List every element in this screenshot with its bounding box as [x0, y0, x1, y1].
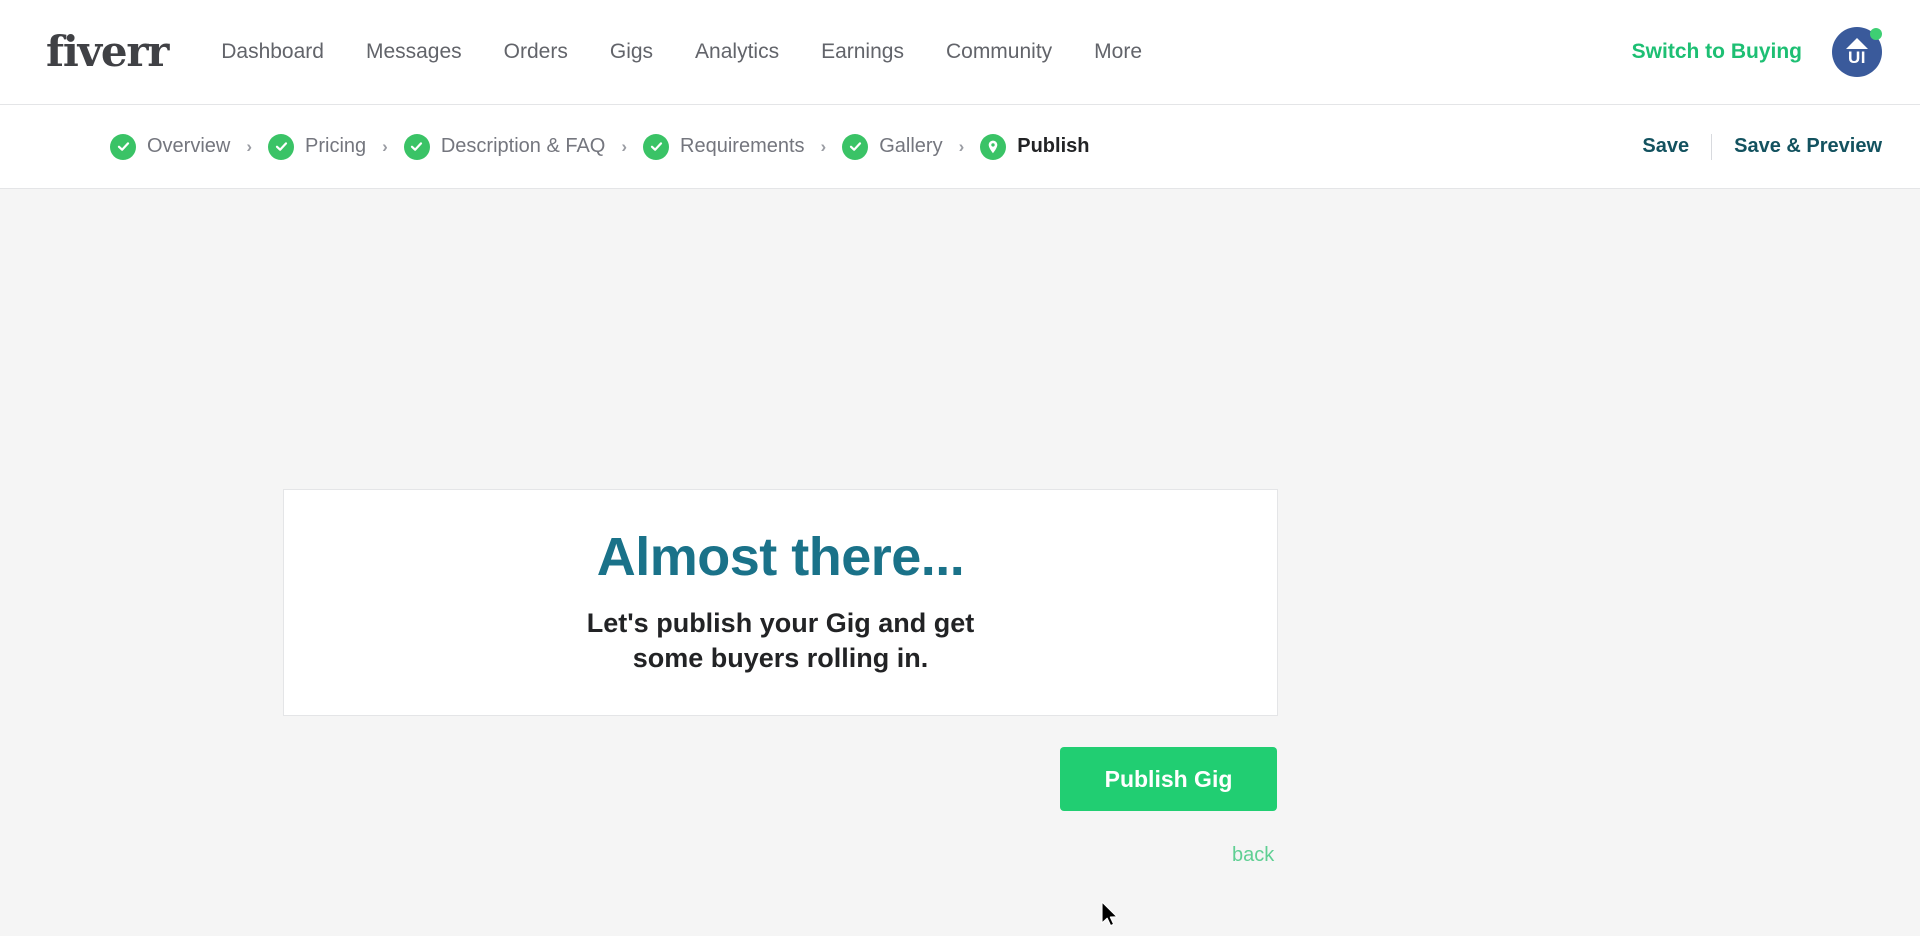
step-label-requirements: Requirements — [680, 135, 805, 157]
save-and-preview-button[interactable]: Save & Preview — [1734, 135, 1882, 158]
nav-item-more[interactable]: More — [1094, 40, 1142, 64]
publish-card: Almost there... Let's publish your Gig a… — [283, 489, 1278, 716]
breadcrumb: Overview › Pricing › Description & FAQ › — [110, 133, 1090, 160]
top-navigation-bar: fiverr Dashboard Messages Orders Gigs An… — [0, 0, 1920, 105]
step-label-pricing: Pricing — [305, 135, 367, 157]
publish-card-subtitle-line-1: Let's publish your Gig and get — [586, 608, 975, 639]
step-label-overview: Overview — [147, 135, 231, 157]
action-divider — [1711, 133, 1713, 160]
breadcrumb-separator: › — [382, 136, 388, 156]
nav-item-analytics[interactable]: Analytics — [695, 40, 779, 64]
step-pricing[interactable]: Pricing — [268, 133, 367, 160]
back-link[interactable]: back — [1232, 844, 1274, 867]
switch-to-buying-link[interactable]: Switch to Buying — [1632, 40, 1802, 64]
check-icon — [268, 133, 295, 160]
nav-item-community[interactable]: Community — [946, 40, 1052, 64]
avatar-initials: UI — [1848, 48, 1866, 67]
publish-gig-button[interactable]: Publish Gig — [1060, 747, 1277, 811]
online-status-dot — [1870, 28, 1882, 40]
nav-item-earnings[interactable]: Earnings — [821, 40, 904, 64]
save-button[interactable]: Save — [1642, 135, 1689, 158]
step-publish[interactable]: Publish — [980, 133, 1090, 160]
step-label-gallery: Gallery — [879, 135, 943, 157]
breadcrumb-separator: › — [246, 136, 253, 156]
gig-steps-bar: Overview › Pricing › Description & FAQ › — [0, 105, 1920, 189]
mouse-cursor — [1100, 901, 1122, 931]
avatar[interactable]: UI — [1832, 27, 1882, 77]
publish-card-subtitle-line-2: some buyers rolling in. — [632, 642, 929, 673]
publish-card-subtitle: Let's publish your Gig and get some buye… — [587, 606, 974, 675]
fiverr-logo[interactable]: fiverr — [46, 31, 169, 73]
step-description-faq[interactable]: Description & FAQ — [403, 133, 606, 160]
steps-bar-actions: Save Save & Preview — [1642, 133, 1882, 160]
step-label-description-faq: Description & FAQ — [440, 135, 606, 157]
nav-item-gigs[interactable]: Gigs — [610, 40, 653, 64]
check-icon — [110, 133, 136, 160]
step-overview[interactable]: Overview — [110, 133, 231, 160]
page-title: Almost there... — [596, 527, 965, 587]
step-gallery[interactable]: Gallery — [842, 133, 943, 160]
check-icon — [842, 133, 869, 160]
main-content: Almost there... Let's publish your Gig a… — [0, 189, 1920, 930]
location-pin-icon — [980, 133, 1007, 160]
main-nav: Dashboard Messages Orders Gigs Analytics… — [221, 40, 1142, 64]
step-label-publish: Publish — [1017, 135, 1090, 157]
nav-item-dashboard[interactable]: Dashboard — [221, 40, 324, 64]
breadcrumb-separator: › — [621, 136, 628, 156]
nav-item-orders[interactable]: Orders — [504, 40, 568, 64]
check-icon — [643, 133, 670, 160]
breadcrumb-separator: › — [820, 136, 827, 156]
nav-item-messages[interactable]: Messages — [366, 40, 462, 64]
check-icon — [403, 133, 430, 160]
step-requirements[interactable]: Requirements — [643, 133, 805, 160]
top-nav-right-cluster: Switch to Buying UI — [1632, 27, 1882, 77]
breadcrumb-separator: › — [958, 136, 965, 156]
